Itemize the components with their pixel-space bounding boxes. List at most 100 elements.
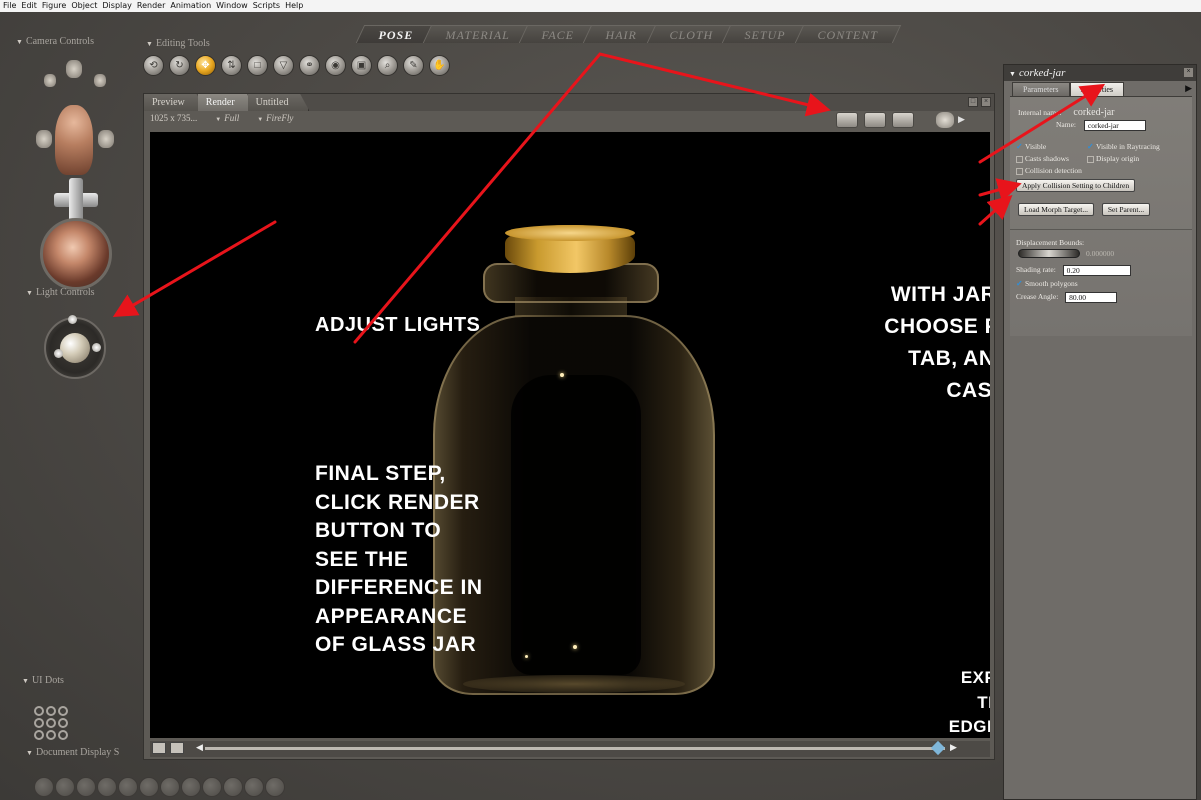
translate-in-out-tool-icon[interactable]: ⇅ xyxy=(221,55,242,76)
grouping-tool-icon[interactable]: ▣ xyxy=(351,55,372,76)
camera-left-hand-icon[interactable] xyxy=(44,74,56,87)
visible-checkbox[interactable]: ✓ xyxy=(1016,142,1023,151)
ui-dot[interactable] xyxy=(34,706,44,716)
display-style-dot[interactable] xyxy=(55,777,75,797)
ui-dot[interactable] xyxy=(46,718,56,728)
camera-move-cross-icon[interactable] xyxy=(54,178,98,222)
tab-properties[interactable]: Properties xyxy=(1069,82,1124,96)
ui-dot[interactable] xyxy=(58,718,68,728)
menu-object[interactable]: Object xyxy=(71,0,102,12)
display-style-dot[interactable] xyxy=(34,777,54,797)
timeline-slider-thumb[interactable] xyxy=(930,740,946,756)
collision-detection-checkbox[interactable] xyxy=(1016,167,1023,175)
camera-trackball[interactable] xyxy=(40,218,112,290)
room-tab-content[interactable]: CONTENT xyxy=(795,25,902,43)
taper-tool-icon[interactable]: ▽ xyxy=(273,55,294,76)
camera-face-left-icon[interactable] xyxy=(36,130,52,148)
light-handle-icon[interactable] xyxy=(68,315,77,324)
display-style-dot[interactable] xyxy=(265,777,285,797)
ui-dots-label[interactable]: UI Dots xyxy=(22,675,64,686)
ui-dot[interactable] xyxy=(46,730,56,740)
display-origin-checkbox[interactable] xyxy=(1087,155,1094,163)
pan-hand-icon[interactable] xyxy=(936,112,954,128)
properties-title[interactable]: corked-jar xyxy=(1004,65,1196,81)
display-style-dot[interactable] xyxy=(139,777,159,797)
light-controls-dial[interactable] xyxy=(44,315,106,379)
close-icon[interactable]: × xyxy=(1184,68,1193,77)
render-canvas[interactable]: ADJUST LIGHTS FINAL STEP, CLICK RENDER B… xyxy=(150,132,990,738)
shading-rate-field[interactable]: 0.20 xyxy=(1062,265,1131,276)
rotate-tool-icon[interactable]: ⟲ xyxy=(143,55,164,76)
tab-preview[interactable]: Preview xyxy=(144,94,206,111)
set-parent-button[interactable]: Set Parent... xyxy=(1101,203,1151,216)
view-magnifier-icon[interactable]: ⌕ xyxy=(377,55,398,76)
crease-angle-field[interactable]: 80.00 xyxy=(1065,292,1118,303)
display-style-dot[interactable] xyxy=(97,777,117,797)
document-display-label[interactable]: Document Display S xyxy=(26,747,119,758)
render-compare-icon[interactable] xyxy=(864,112,886,128)
editing-tools-label[interactable]: Editing Tools xyxy=(146,38,210,49)
menu-window[interactable]: Window xyxy=(216,0,253,12)
chain-break-tool-icon[interactable]: ⚭ xyxy=(299,55,320,76)
name-field[interactable]: corked-jar xyxy=(1083,120,1146,131)
tab-parameters[interactable]: Parameters xyxy=(1012,82,1070,96)
close-icon[interactable]: × xyxy=(981,97,991,107)
display-style-dot[interactable] xyxy=(202,777,222,797)
menu-edit[interactable]: Edit xyxy=(21,0,42,12)
display-style-dot[interactable] xyxy=(181,777,201,797)
translate-tool-icon[interactable]: ✥ xyxy=(195,55,216,76)
displacement-bounds-dial[interactable] xyxy=(1018,249,1080,258)
camera-controls-label[interactable]: Camera Controls xyxy=(16,36,94,47)
displacement-bounds-value[interactable]: 0.000000 xyxy=(1086,249,1114,258)
ui-dot[interactable] xyxy=(46,706,56,716)
display-style-dot[interactable] xyxy=(223,777,243,797)
color-tool-icon[interactable]: ◉ xyxy=(325,55,346,76)
load-morph-target-button[interactable]: Load Morph Target... xyxy=(1018,203,1094,216)
render-quality-select[interactable]: Full xyxy=(215,113,239,123)
menu-figure[interactable]: Figure xyxy=(42,0,71,12)
timeline-slider-track[interactable] xyxy=(205,747,945,750)
render-button-icon[interactable] xyxy=(836,112,858,128)
light-handle-icon[interactable] xyxy=(92,343,101,352)
camera-face-right-icon[interactable] xyxy=(98,130,114,148)
display-style-dot[interactable] xyxy=(76,777,96,797)
menu-render[interactable]: Render xyxy=(137,0,170,12)
menu-file[interactable]: File xyxy=(3,0,21,12)
casts-shadows-checkbox[interactable] xyxy=(1016,155,1023,163)
menu-display[interactable]: Display xyxy=(102,0,137,12)
ui-dot[interactable] xyxy=(34,730,44,740)
tab-untitled[interactable]: Untitled xyxy=(247,94,310,111)
display-style-dot[interactable] xyxy=(118,777,138,797)
ui-dot[interactable] xyxy=(58,730,68,740)
display-style-dot[interactable] xyxy=(160,777,180,797)
timeline-right-arrow-icon[interactable]: ▶ xyxy=(950,742,957,753)
ui-dot[interactable] xyxy=(34,718,44,728)
menu-scripts[interactable]: Scripts xyxy=(253,0,285,12)
display-style-dot[interactable] xyxy=(244,777,264,797)
menu-help[interactable]: Help xyxy=(285,0,308,12)
menu-animation[interactable]: Animation xyxy=(170,0,216,12)
room-tab-material[interactable]: MATERIAL xyxy=(422,25,534,43)
ui-dot[interactable] xyxy=(58,706,68,716)
maximize-icon[interactable]: □ xyxy=(968,97,978,107)
scale-tool-icon[interactable]: □ xyxy=(247,55,268,76)
camera-hand-icon[interactable] xyxy=(66,60,82,78)
timeline-button-icon[interactable] xyxy=(170,742,184,754)
camera-controls[interactable] xyxy=(22,60,132,290)
timeline-button-icon[interactable] xyxy=(152,742,166,754)
renderer-select[interactable]: FireFly xyxy=(257,113,293,123)
render-settings-icon[interactable] xyxy=(892,112,914,128)
light-controls-label[interactable]: Light Controls xyxy=(26,287,95,298)
twist-tool-icon[interactable]: ↻ xyxy=(169,55,190,76)
panel-arrow-icon[interactable]: ▶ xyxy=(958,114,965,125)
camera-right-hand-icon[interactable] xyxy=(94,74,106,87)
visible-in-raytracing-checkbox[interactable]: ✓ xyxy=(1087,142,1094,151)
apply-collision-button[interactable]: Apply Collision Setting to Children xyxy=(1016,179,1136,192)
smooth-polygons-checkbox[interactable]: ✓ xyxy=(1016,279,1023,288)
tab-render[interactable]: Render xyxy=(197,94,256,111)
render-size[interactable]: 1025 x 735... xyxy=(150,113,197,123)
panel-arrow-icon[interactable]: ▶ xyxy=(1185,83,1192,94)
direct-manipulation-icon[interactable]: ✋ xyxy=(429,55,450,76)
light-handle-icon[interactable] xyxy=(54,349,63,358)
timeline-left-arrow-icon[interactable]: ◀ xyxy=(196,742,203,753)
